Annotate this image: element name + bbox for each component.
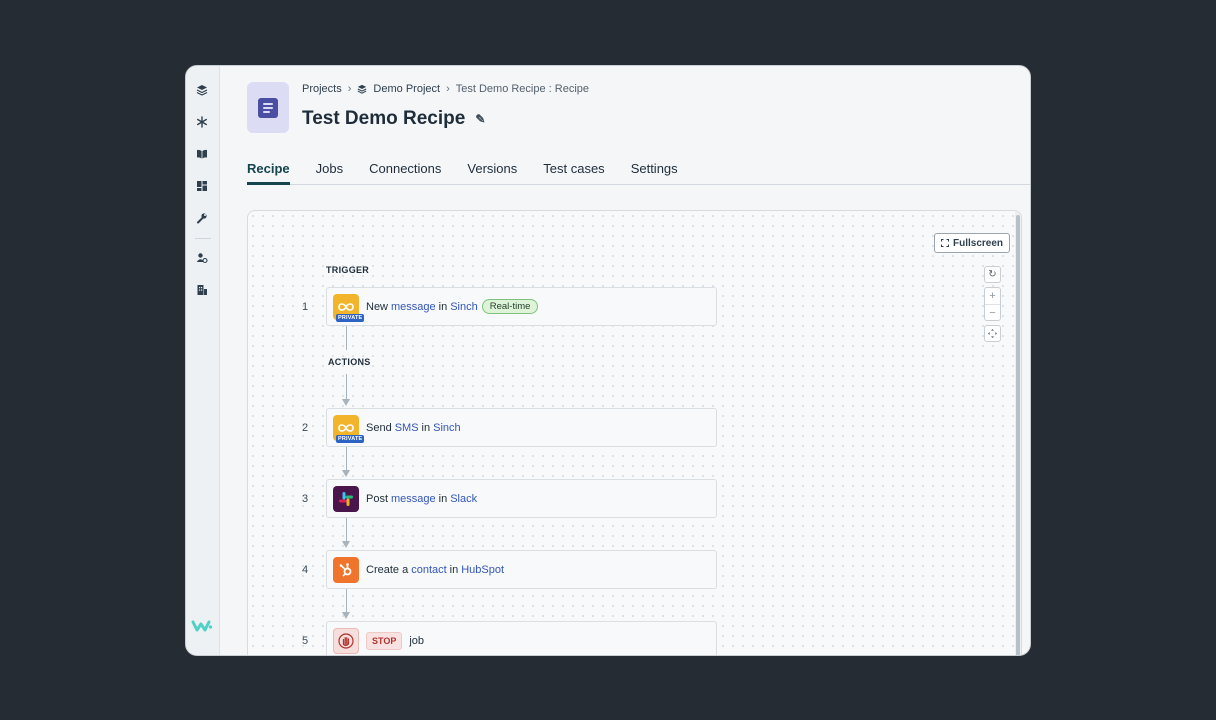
canvas-scrollbar[interactable]	[1015, 211, 1021, 655]
step-text: in	[438, 492, 448, 505]
wrench-icon[interactable]	[194, 210, 210, 226]
fit-view-button[interactable]	[984, 325, 1001, 342]
tab-recipe[interactable]: Recipe	[247, 152, 290, 185]
step-app: Sinch	[450, 300, 478, 313]
refresh-icon: ↻	[988, 269, 997, 280]
zoom-controls: + −	[984, 287, 1001, 321]
step-text: job	[409, 634, 425, 647]
realtime-badge: Real-time	[481, 299, 539, 314]
fit-view-icon	[988, 329, 997, 338]
projects-icon[interactable]	[194, 82, 210, 98]
hubspot-icon	[333, 556, 359, 583]
step-text: in	[438, 300, 448, 313]
step-app: Slack	[450, 492, 478, 505]
breadcrumb-current: Test Demo Recipe : Recipe	[455, 83, 590, 95]
sinch-icon: PRIVATE	[333, 293, 365, 322]
trigger-label: TRIGGER	[326, 265, 370, 275]
breadcrumb: Projects › Demo Project › Test Demo Reci…	[302, 83, 589, 95]
tab-connections[interactable]: Connections	[369, 152, 441, 184]
step-text: in	[421, 421, 431, 434]
flow-connector	[346, 589, 347, 613]
stop-hand-icon	[333, 627, 359, 654]
step-text: Send	[366, 421, 392, 434]
flow-arrow	[342, 470, 350, 477]
flow-connector	[346, 447, 347, 471]
flow-arrow	[342, 612, 350, 619]
recipe-canvas[interactable]: Fullscreen ↻ + − TRIGGER 1 PRIVATE New m…	[247, 210, 1022, 655]
step-app: HubSpot	[461, 563, 505, 576]
fullscreen-button[interactable]: Fullscreen	[934, 233, 1011, 253]
sinch-icon: PRIVATE	[333, 414, 365, 443]
step-text: Post	[366, 492, 389, 505]
snowflake-icon[interactable]	[194, 114, 210, 130]
actions-label: ACTIONS	[328, 357, 371, 367]
chevron-right-icon: ›	[347, 83, 352, 95]
flow-arrow	[342, 541, 350, 548]
step-4-action[interactable]: Create a contact in HubSpot	[326, 550, 717, 589]
private-tag: PRIVATE	[336, 434, 365, 443]
step-object: contact	[411, 563, 447, 576]
stop-badge: STOP	[366, 631, 403, 650]
tab-settings[interactable]: Settings	[631, 152, 678, 184]
step-number: 3	[301, 493, 309, 505]
tab-jobs[interactable]: Jobs	[316, 152, 343, 184]
edit-pencil-icon[interactable]: ✎	[475, 112, 485, 126]
dashboard-icon[interactable]	[194, 178, 210, 194]
tab-bar: Recipe Jobs Connections Versions Test ca…	[247, 152, 1030, 185]
main-content: Projects › Demo Project › Test Demo Reci…	[221, 66, 1030, 655]
flow-connector	[346, 326, 347, 350]
step-text: in	[449, 563, 459, 576]
breadcrumb-projects[interactable]: Projects	[302, 83, 342, 95]
page-title: Test Demo Recipe	[302, 108, 466, 129]
building-icon[interactable]	[194, 282, 210, 298]
recipe-document-icon	[247, 82, 289, 133]
zoom-out-button[interactable]: −	[985, 304, 1000, 320]
tab-test-cases[interactable]: Test cases	[543, 152, 604, 184]
flow-arrow	[342, 399, 350, 406]
project-stack-icon	[358, 84, 367, 94]
user-settings-icon[interactable]	[194, 250, 210, 266]
slack-icon	[333, 485, 359, 512]
step-object: message	[391, 300, 436, 313]
step-object: SMS	[394, 421, 419, 434]
workato-logo-icon[interactable]	[191, 618, 213, 634]
side-rail	[186, 66, 220, 655]
private-tag: PRIVATE	[336, 313, 365, 322]
step-number: 4	[301, 564, 309, 576]
chevron-right-icon: ›	[446, 83, 450, 95]
step-text: Create a	[366, 563, 409, 576]
step-5-stop[interactable]: STOP job	[326, 621, 717, 655]
step-app: Sinch	[433, 421, 461, 434]
expand-icon	[941, 239, 949, 247]
step-text: New	[366, 300, 389, 313]
step-3-action[interactable]: Post message in Slack	[326, 479, 717, 518]
step-1-trigger[interactable]: PRIVATE New message in Sinch Real-time	[326, 287, 717, 326]
reset-view-button[interactable]: ↻	[984, 266, 1001, 283]
page-title-row: Test Demo Recipe ✎	[302, 108, 485, 130]
step-2-action[interactable]: PRIVATE Send SMS in Sinch	[326, 408, 717, 447]
breadcrumb-project[interactable]: Demo Project	[373, 83, 440, 95]
book-icon[interactable]	[194, 146, 210, 162]
flow-connector	[346, 518, 347, 542]
step-number: 2	[301, 422, 309, 434]
step-number: 1	[301, 301, 309, 313]
app-window: Projects › Demo Project › Test Demo Reci…	[185, 65, 1031, 656]
step-number: 5	[301, 635, 309, 647]
rail-divider	[195, 238, 211, 239]
flow-connector	[346, 374, 347, 400]
zoom-in-button[interactable]: +	[985, 288, 1000, 304]
tab-versions[interactable]: Versions	[467, 152, 517, 184]
step-object: message	[391, 492, 436, 505]
